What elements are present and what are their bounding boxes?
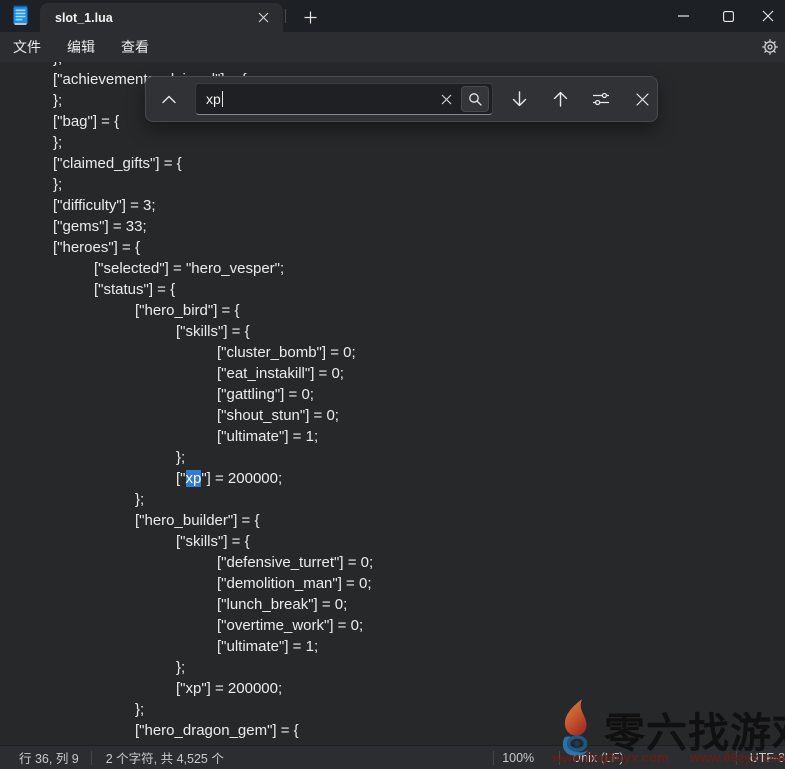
code-line[interactable]: ["ultimate"] = 1; [0, 636, 785, 657]
code-line[interactable]: ["gems"] = 33; [0, 216, 785, 237]
code-line[interactable]: ["overtime_work"] = 0; [0, 615, 785, 636]
code-line[interactable]: }; [0, 62, 785, 69]
filter-sliders-icon [592, 92, 610, 106]
find-next-button[interactable] [504, 84, 534, 114]
code-line[interactable]: ["shout_stun"] = 0; [0, 405, 785, 426]
chevron-up-icon [162, 95, 176, 104]
search-match-highlight: xp [186, 470, 202, 487]
notepad-icon [11, 5, 30, 27]
window-controls [661, 0, 785, 32]
menu-item-file[interactable]: 文件 [0, 32, 54, 62]
code-line[interactable]: ["defensive_turret"] = 0; [0, 552, 785, 573]
code-line[interactable]: ["ultimate"] = 1; [0, 426, 785, 447]
tab-title: slot_1.lua [55, 11, 113, 25]
code-line[interactable]: ["cluster_bomb"] = 0; [0, 342, 785, 363]
minimize-button[interactable] [661, 0, 706, 32]
minimize-icon [678, 15, 689, 17]
close-icon [636, 93, 649, 106]
titlebar: slot_1.lua [0, 0, 785, 32]
find-clear-button[interactable] [434, 87, 458, 111]
find-options-button[interactable] [586, 84, 616, 114]
maximize-icon [723, 11, 734, 22]
text-caret [222, 91, 223, 107]
code-line[interactable]: ["demolition_man"] = 0; [0, 573, 785, 594]
find-input[interactable]: xp [195, 83, 493, 115]
settings-button[interactable] [755, 33, 785, 61]
statusbar: 行 36, 列 9 2 个字符, 共 4,525 个 100% Unix (LF… [0, 745, 785, 769]
code-line[interactable]: ["hero_dragon_gem"] = { [0, 720, 785, 741]
code-line[interactable]: ["skills"] = { [0, 531, 785, 552]
code-line[interactable]: ["hero_builder"] = { [0, 510, 785, 531]
arrow-up-icon [553, 91, 568, 107]
zoom-level: 100% [494, 751, 559, 765]
find-query-text: xp [206, 91, 221, 107]
code-line[interactable]: }; [0, 174, 785, 195]
new-tab-button[interactable] [296, 3, 324, 31]
code-line[interactable]: ["claimed_gifts"] = { [0, 153, 785, 174]
find-close-button[interactable] [627, 84, 657, 114]
encoding: UTF-8 [737, 751, 785, 765]
plus-icon [304, 11, 317, 24]
code-line[interactable]: ["xp"] = 200000; [0, 468, 785, 489]
magnifier-icon [468, 92, 482, 106]
code-line[interactable]: }; [0, 447, 785, 468]
find-expand-toggle-button[interactable] [154, 84, 184, 114]
menu-item-view[interactable]: 查看 [108, 32, 162, 62]
maximize-button[interactable] [706, 0, 751, 32]
tab-separator [285, 9, 286, 23]
close-icon [258, 12, 269, 23]
code-line[interactable]: ["hero_bird"] = { [0, 300, 785, 321]
arrow-down-icon [512, 91, 527, 107]
close-icon [762, 10, 774, 22]
code-line[interactable]: }; [0, 699, 785, 720]
code-line[interactable]: }; [0, 657, 785, 678]
code-line[interactable]: ["lunch_break"] = 0; [0, 594, 785, 615]
code-line[interactable]: ["difficulty"] = 3; [0, 195, 785, 216]
code-line[interactable]: ["status"] = { [0, 279, 785, 300]
code-line[interactable]: }; [0, 132, 785, 153]
gear-icon [761, 38, 779, 56]
menubar: 文件 编辑 查看 [0, 32, 785, 62]
character-count: 2 个字符, 共 4,525 个 [92, 748, 236, 767]
app-icon-wrap [0, 0, 40, 32]
cursor-position: 行 36, 列 9 [0, 748, 91, 767]
close-icon [441, 94, 452, 105]
tab-slot-1-lua[interactable]: slot_1.lua [40, 3, 283, 32]
code-line[interactable]: }; [0, 489, 785, 510]
editor-surface[interactable]: };["achievements_claimed"] = {};["bag"] … [0, 62, 785, 745]
find-bar: xp [145, 76, 658, 122]
code-line[interactable]: ["eat_instakill"] = 0; [0, 363, 785, 384]
code-line[interactable]: ["heroes"] = { [0, 237, 785, 258]
find-previous-button[interactable] [545, 84, 575, 114]
code-line[interactable]: ["selected"] = "hero_vesper"; [0, 258, 785, 279]
code-line[interactable]: ["xp"] = 200000; [0, 678, 785, 699]
line-ending: Unix (LF) [560, 751, 735, 765]
code-line[interactable]: ["skills"] = { [0, 321, 785, 342]
close-window-button[interactable] [751, 0, 785, 32]
code-line[interactable]: ["gattling"] = 0; [0, 384, 785, 405]
menu-item-edit[interactable]: 编辑 [54, 32, 108, 62]
tab-close-button[interactable] [253, 8, 273, 28]
code-content: };["achievements_claimed"] = {};["bag"] … [0, 62, 785, 741]
find-search-button[interactable] [461, 86, 489, 112]
